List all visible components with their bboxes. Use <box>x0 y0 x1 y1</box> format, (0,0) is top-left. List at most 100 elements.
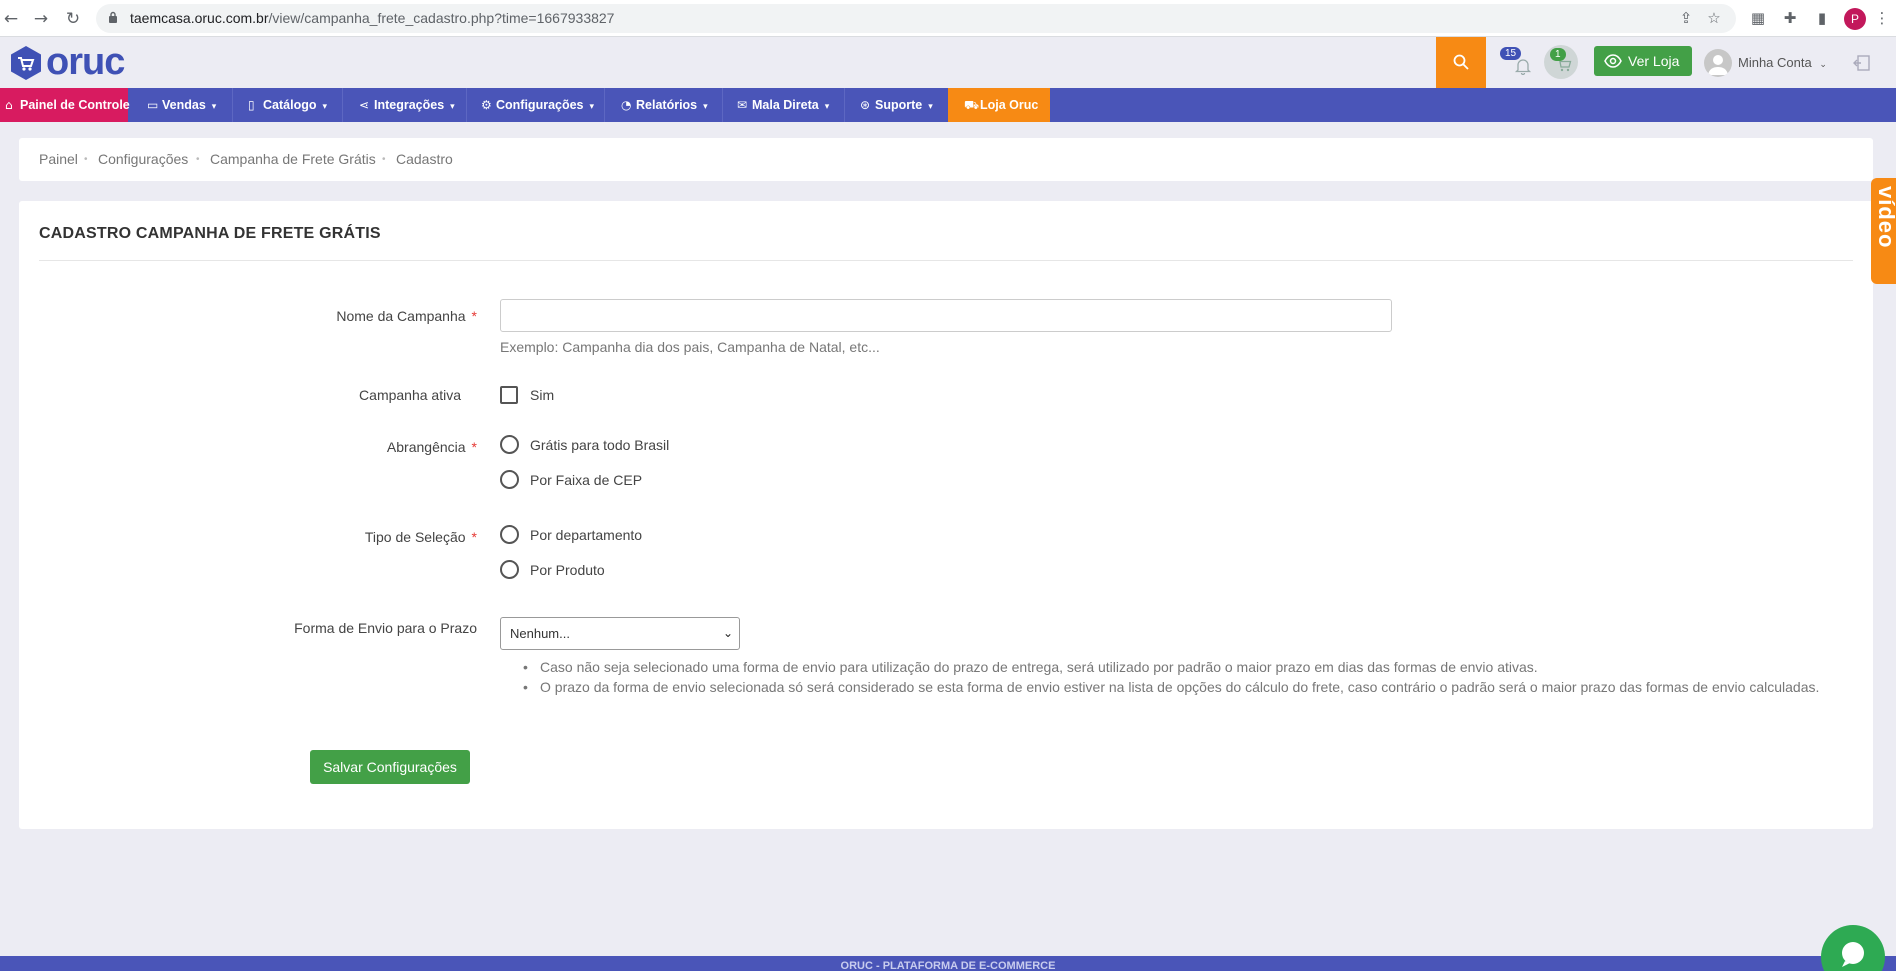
orders-button[interactable]: 1 <box>1544 45 1578 79</box>
campanha-ativa-label: Campanha ativa <box>359 387 461 403</box>
nav-vendas[interactable]: ▭ Vendas ▾ <box>142 88 216 122</box>
ver-loja-label: Ver Loja <box>1628 53 1680 69</box>
forma-envio-notes: • Caso não seja selecionado uma forma de … <box>523 657 1840 697</box>
gear-icon: ⚙ <box>481 98 492 112</box>
nav-label: Suporte <box>875 98 923 112</box>
search-button[interactable] <box>1436 37 1486 88</box>
nav-label: Integrações <box>374 98 445 112</box>
back-icon[interactable]: ← <box>0 8 22 30</box>
nav-painel-de-controle[interactable]: ⌂ Painel de Controle <box>0 88 130 122</box>
chat-bubble-icon <box>1842 942 1864 967</box>
nav-label: Relatórios <box>636 98 698 112</box>
nome-campanha-help: Exemplo: Campanha dia dos pais, Campanha… <box>500 339 880 355</box>
nav-divider <box>342 88 343 122</box>
logo[interactable]: oruc <box>8 41 148 83</box>
nav-label: Painel de Controle <box>20 98 130 112</box>
tipo-departamento-label[interactable]: Por departamento <box>530 527 642 543</box>
account-label-text: Minha Conta <box>1738 55 1812 70</box>
url-domain: taemcasa.oruc.com.br <box>130 10 269 26</box>
breadcrumb-configuracoes[interactable]: Configurações <box>98 151 188 167</box>
nav-loja-oruc[interactable]: ⛟ Loja Oruc <box>948 88 1050 122</box>
note-text: Caso não seja selecionado uma forma de e… <box>540 659 1538 675</box>
nav-integracoes[interactable]: ⋖ Integrações ▾ <box>354 88 455 122</box>
chevron-down-icon: ▾ <box>589 102 595 112</box>
nav-label: Vendas <box>162 98 206 112</box>
breadcrumb-campanha[interactable]: Campanha de Frete Grátis <box>210 151 376 167</box>
abrangencia-brasil-radio[interactable] <box>500 435 519 454</box>
lock-icon <box>109 11 117 23</box>
campanha-ativa-checkbox[interactable] <box>500 386 518 404</box>
chevron-down-icon: ▾ <box>450 102 455 112</box>
video-tab[interactable]: vídeo <box>1871 178 1896 284</box>
ver-loja-button[interactable]: Ver Loja <box>1594 46 1692 76</box>
tipo-departamento-radio[interactable] <box>500 525 519 544</box>
breadcrumb-separator: • <box>382 154 386 165</box>
book-icon: ▯ <box>248 98 255 112</box>
abrangencia-cep-radio[interactable] <box>500 470 519 489</box>
kebab-menu-icon[interactable]: ⋮ <box>1872 8 1892 28</box>
eye-icon <box>1604 54 1622 68</box>
chevron-down-icon: ⌄ <box>722 626 733 640</box>
chevron-down-icon: ▾ <box>322 102 328 112</box>
tipo-selecao-label-text: Tipo de Seleção <box>364 529 466 545</box>
forward-icon[interactable]: → <box>30 8 52 30</box>
reload-icon[interactable]: ↻ <box>62 8 84 30</box>
list-item: • O prazo da forma de envio selecionada s… <box>523 677 1840 697</box>
puzzle-icon[interactable]: ✚ <box>1780 8 1800 28</box>
nome-campanha-label: Nome da Campanha * <box>336 308 477 324</box>
required-marker: * <box>471 308 477 324</box>
profile-avatar[interactable]: P <box>1844 8 1866 30</box>
logout-icon[interactable] <box>1852 53 1872 73</box>
support-icon: ⊛ <box>860 98 871 112</box>
breadcrumb: Painel • Configurações • Campanha de Fre… <box>19 138 1873 181</box>
abrangencia-label-text: Abrangência <box>386 439 466 455</box>
breadcrumb-separator: • <box>196 154 200 165</box>
nav-mala-direta[interactable]: ✉ Mala Direta ▾ <box>732 88 829 122</box>
bookmark-star-icon[interactable]: ☆ <box>1704 8 1724 28</box>
save-button[interactable]: Salvar Configurações <box>310 750 470 784</box>
tipo-produto-label[interactable]: Por Produto <box>530 562 605 578</box>
video-tab-label: vídeo <box>1874 186 1896 249</box>
search-icon <box>1453 54 1469 70</box>
notifications-count-badge: 15 <box>1500 47 1522 60</box>
abrangencia-label: Abrangência * <box>387 439 477 455</box>
nav-catalogo[interactable]: ▯ Catálogo ▾ <box>243 88 327 122</box>
breadcrumb-separator: • <box>84 154 88 165</box>
breadcrumb-cadastro: Cadastro <box>396 151 453 167</box>
cart-icon: ⛟ <box>964 98 980 112</box>
sidepanel-icon[interactable]: ▮ <box>1812 8 1832 28</box>
breadcrumb-painel[interactable]: Painel <box>39 151 78 167</box>
abrangencia-brasil-label[interactable]: Grátis para todo Brasil <box>530 437 669 453</box>
nav-divider <box>466 88 467 122</box>
chevron-down-icon: ⌄ <box>1819 60 1827 70</box>
app-header: oruc 15 1 Ver Loja Minha Conta ⌄ <box>0 37 1896 88</box>
abrangencia-cep-label[interactable]: Por Faixa de CEP <box>530 472 642 488</box>
bell-icon <box>1514 59 1532 75</box>
forma-envio-selected: Nenhum... <box>510 626 570 641</box>
account-label: Minha Conta ⌄ <box>1738 55 1827 70</box>
user-avatar-icon <box>1704 49 1732 77</box>
campanha-ativa-option[interactable]: Sim <box>530 387 554 403</box>
nav-suporte[interactable]: ⊛ Suporte ▾ <box>855 88 933 122</box>
share-page-icon[interactable]: ⇪ <box>1676 8 1696 28</box>
nav-label: Configurações <box>496 98 584 112</box>
notifications-button[interactable]: 15 <box>1500 47 1536 77</box>
extension-icon[interactable]: ▦ <box>1748 8 1768 28</box>
chevron-down-icon: ▾ <box>211 102 217 112</box>
url-text: taemcasa.oruc.com.br/view/campanha_frete… <box>130 10 614 26</box>
chevron-down-icon: ▾ <box>928 102 933 112</box>
logo-text: oruc <box>46 41 125 83</box>
chat-button[interactable] <box>1821 925 1885 971</box>
nome-campanha-input[interactable] <box>500 299 1392 332</box>
footer-text: ORUC - PLATAFORMA DE E-COMMERCE <box>840 960 1056 971</box>
form-card: CADASTRO CAMPANHA DE FRETE GRÁTIS Nome d… <box>19 201 1873 829</box>
nav-relatorios[interactable]: ◔ Relatórios ▾ <box>616 88 708 122</box>
cart-count-badge: 1 <box>1550 48 1566 61</box>
nav-divider <box>722 88 723 122</box>
tipo-produto-radio[interactable] <box>500 560 519 579</box>
bullet: • <box>523 679 528 695</box>
nav-configuracoes[interactable]: ⚙ Configurações ▾ <box>476 88 594 122</box>
address-bar[interactable]: taemcasa.oruc.com.br/view/campanha_frete… <box>96 4 1736 33</box>
title-divider <box>39 260 1853 261</box>
forma-envio-select[interactable]: Nenhum... ⌄ <box>500 617 740 650</box>
